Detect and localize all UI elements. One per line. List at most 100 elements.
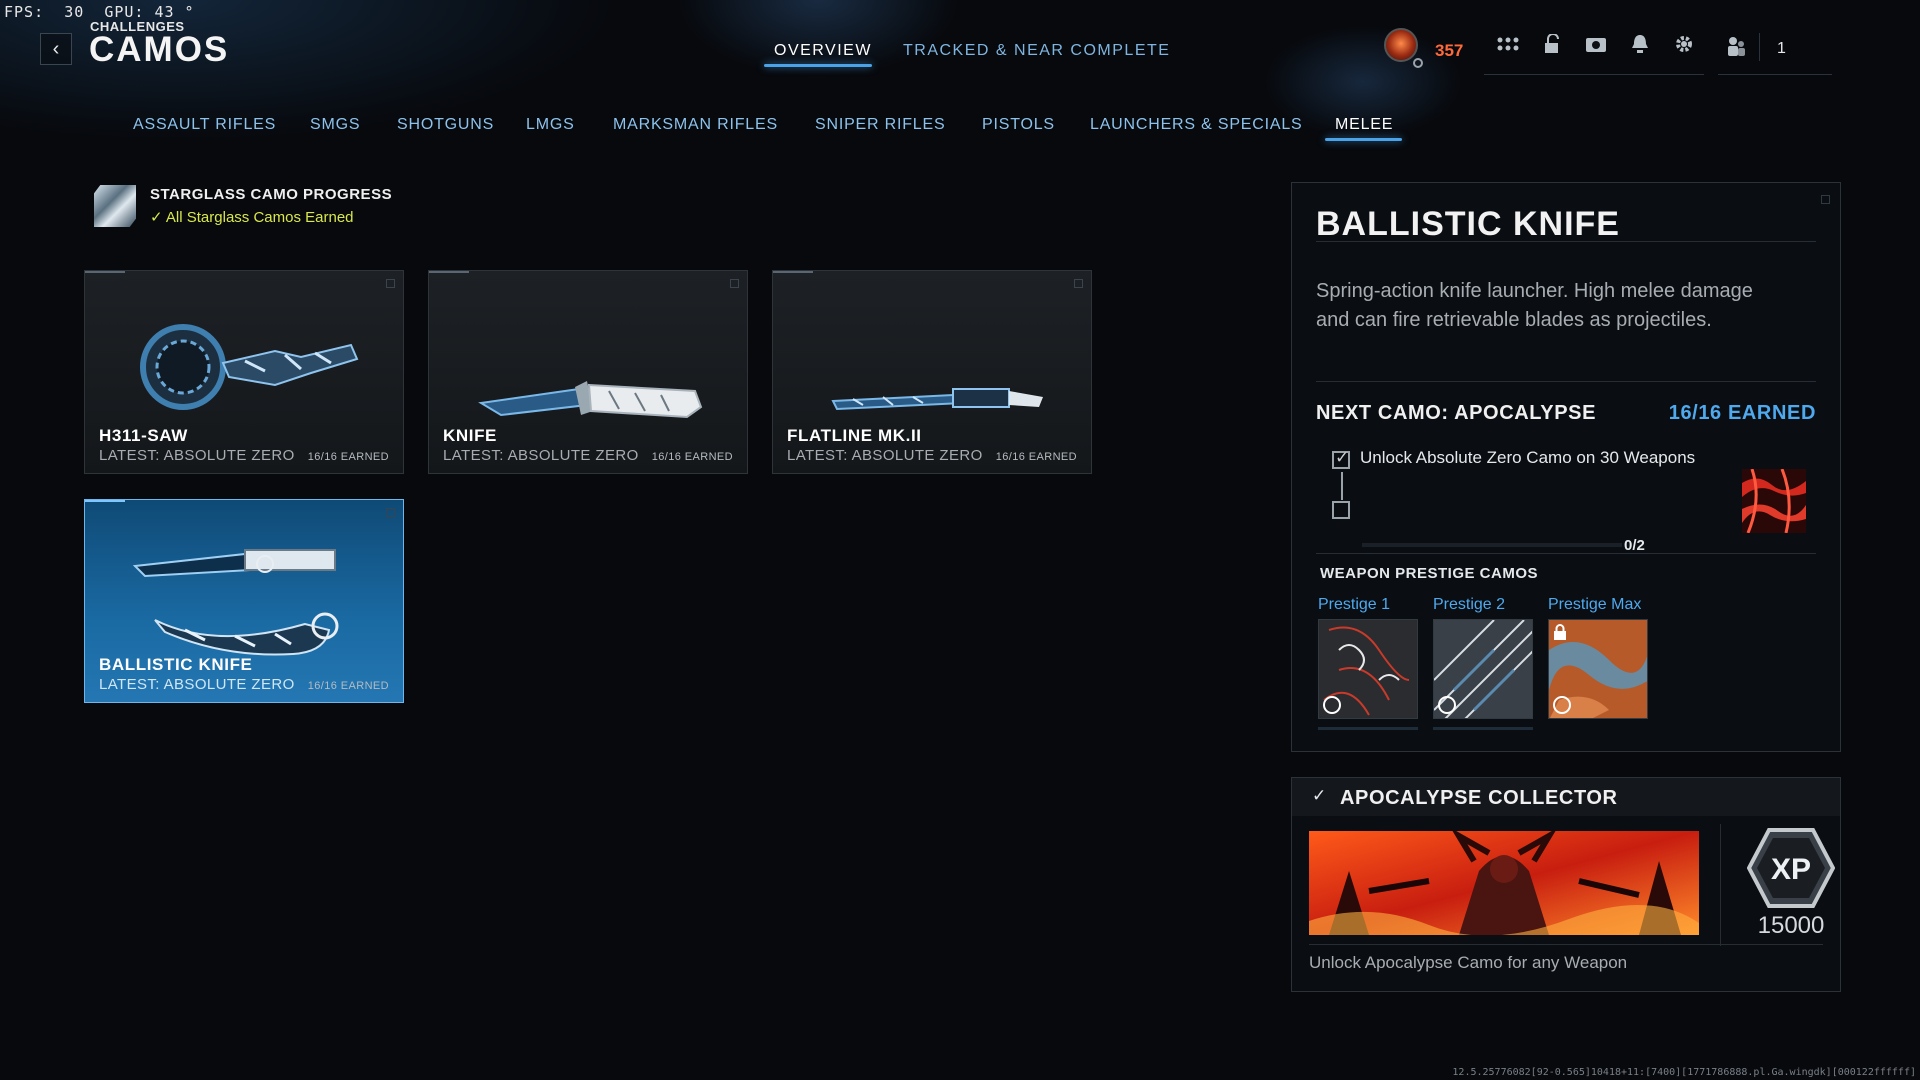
weapon-earned-count: 16/16 EARNED bbox=[307, 451, 389, 463]
starglass-camo-icon bbox=[94, 185, 136, 227]
weapon-card-knife[interactable]: KNIFE LATEST: ABSOLUTE ZERO 16/16 EARNED bbox=[428, 270, 748, 474]
card-accent bbox=[773, 271, 813, 273]
weapon-name: H311-SAW bbox=[99, 426, 188, 445]
tab-overview[interactable]: OVERVIEW bbox=[774, 42, 872, 60]
weapon-latest-camo: LATEST: ABSOLUTE ZERO bbox=[787, 447, 983, 464]
weapon-image bbox=[831, 388, 1043, 411]
hud-icons bbox=[1494, 30, 1698, 58]
weapon-name: KNIFE bbox=[443, 426, 497, 445]
check-icon: ✓ bbox=[150, 209, 166, 226]
tab-smgs[interactable]: SMGS bbox=[310, 116, 360, 134]
divider bbox=[1720, 824, 1721, 946]
card-accent bbox=[85, 271, 125, 273]
tab-pistols[interactable]: PISTOLS bbox=[982, 116, 1055, 134]
weapon-detail-panel: BALLISTIC KNIFE Spring-action knife laun… bbox=[1291, 182, 1841, 752]
hud-divider bbox=[1484, 74, 1704, 75]
tab-marksman-rifles[interactable]: MARKSMAN RIFLES bbox=[613, 116, 778, 134]
weapon-earned-count: 16/16 EARNED bbox=[307, 680, 389, 692]
party-underline bbox=[1718, 74, 1832, 75]
page-title: CAMOS bbox=[89, 30, 230, 69]
apps-grid-icon[interactable] bbox=[1494, 30, 1522, 58]
prestige-1-label: Prestige 1 bbox=[1318, 596, 1391, 613]
xp-value: 15000 bbox=[1757, 912, 1825, 939]
prestige-icon bbox=[1553, 696, 1571, 714]
panel-corner-icon bbox=[1821, 195, 1830, 204]
apocalypse-camo-thumbnail[interactable] bbox=[1742, 469, 1806, 533]
prestige-max-label: Prestige Max bbox=[1548, 596, 1642, 613]
weapon-card-h311-saw[interactable]: H311-SAW LATEST: ABSOLUTE ZERO 16/16 EAR… bbox=[84, 270, 404, 474]
tab-tracked[interactable]: TRACKED & NEAR COMPLETE bbox=[903, 42, 1170, 60]
divider bbox=[1309, 944, 1823, 945]
weapon-card-ballistic-knife[interactable]: BALLISTIC KNIFE LATEST: ABSOLUTE ZERO 16… bbox=[84, 499, 404, 703]
party-icon[interactable] bbox=[1726, 36, 1746, 63]
starglass-progress: STARGLASS CAMO PROGRESS ✓ All Starglass … bbox=[94, 185, 392, 227]
camera-icon[interactable] bbox=[1582, 30, 1610, 58]
requirement-text: Unlock Absolute Zero Camo on 30 Weapons bbox=[1360, 448, 1696, 467]
tab-sniper-rifles[interactable]: SNIPER RIFLES bbox=[815, 116, 945, 134]
weapon-image bbox=[478, 381, 703, 419]
weapon-latest-camo: LATEST: ABSOLUTE ZERO bbox=[99, 447, 295, 464]
party-divider bbox=[1759, 33, 1760, 61]
starglass-title: STARGLASS CAMO PROGRESS bbox=[150, 186, 393, 203]
player-rank-icon[interactable] bbox=[1384, 28, 1418, 62]
prestige-2-camo[interactable] bbox=[1433, 619, 1533, 719]
xp-badge-icon: XP bbox=[1747, 828, 1835, 908]
tab-shotguns[interactable]: SHOTGUNS bbox=[397, 116, 494, 134]
requirement-connector bbox=[1341, 472, 1343, 500]
weapon-earned-count: 16/16 EARNED bbox=[651, 451, 733, 463]
prestige-1-underline bbox=[1318, 727, 1418, 730]
gear-icon[interactable] bbox=[1670, 30, 1698, 58]
back-button[interactable]: ‹ bbox=[40, 33, 72, 65]
tab-launchers-specials[interactable]: LAUNCHERS & SPECIALS bbox=[1090, 116, 1303, 134]
svg-text:XP: XP bbox=[1771, 853, 1811, 886]
prestige-icon bbox=[1438, 696, 1456, 714]
card-corner-icon bbox=[386, 508, 395, 517]
bell-icon[interactable] bbox=[1626, 30, 1654, 58]
tab-melee[interactable]: MELEE bbox=[1335, 116, 1393, 134]
weapon-name: FLATLINE MK.II bbox=[787, 426, 922, 445]
next-camo-label: NEXT CAMO: APOCALYPSE bbox=[1316, 402, 1597, 424]
collector-panel: ✓ APOCALYPSE COLLECTOR XP 15000 Unlock A… bbox=[1291, 777, 1841, 992]
camos-screen: FPS: 30 GPU: 43 ° ‹ CHALLENGES CAMOS OVE… bbox=[0, 0, 1920, 1080]
prestige-1-camo[interactable] bbox=[1318, 619, 1418, 719]
collector-title: APOCALYPSE COLLECTOR bbox=[1340, 787, 1618, 809]
chevron-left-icon: ‹ bbox=[52, 37, 60, 60]
weapon-latest-camo: LATEST: ABSOLUTE ZERO bbox=[99, 676, 295, 693]
build-string: 12.5.25776082[92-0.565]10418+11:[7400][1… bbox=[1452, 1067, 1916, 1078]
requirement-progress: 0/2 bbox=[1624, 537, 1645, 554]
unlock-icon[interactable] bbox=[1538, 30, 1566, 58]
weapon-image bbox=[132, 549, 339, 656]
weapon-image bbox=[140, 324, 359, 410]
requirement-checkbox-empty bbox=[1332, 501, 1350, 519]
collector-description: Unlock Apocalypse Camo for any Weapon bbox=[1309, 953, 1628, 972]
weapon-earned-count: 16/16 EARNED bbox=[995, 451, 1077, 463]
prestige-2-underline bbox=[1433, 727, 1533, 730]
prestige-max-camo[interactable] bbox=[1548, 619, 1648, 719]
divider bbox=[1316, 241, 1816, 242]
tab-assault-rifles[interactable]: ASSAULT RIFLES bbox=[133, 116, 276, 134]
party-count: 1 bbox=[1777, 40, 1786, 57]
points-count: 357 bbox=[1435, 41, 1464, 60]
check-icon: ✓ bbox=[1312, 786, 1327, 805]
card-accent bbox=[85, 500, 125, 502]
detail-title: BALLISTIC KNIFE bbox=[1316, 205, 1620, 243]
weapon-latest-camo: LATEST: ABSOLUTE ZERO bbox=[443, 447, 639, 464]
divider bbox=[1316, 553, 1816, 554]
status-dot-icon bbox=[1413, 58, 1423, 68]
prestige-icon bbox=[1323, 696, 1341, 714]
divider bbox=[1316, 381, 1816, 382]
tab-lmgs[interactable]: LMGS bbox=[526, 116, 575, 134]
detail-description: Spring-action knife launcher. High melee… bbox=[1316, 280, 1753, 331]
next-camo-earned: 16/16 EARNED bbox=[1668, 402, 1816, 424]
card-accent bbox=[429, 271, 469, 273]
lock-icon bbox=[1553, 624, 1567, 645]
tab-underline bbox=[764, 64, 872, 67]
weapon-card-flatline-mk2[interactable]: FLATLINE MK.II LATEST: ABSOLUTE ZERO 16/… bbox=[772, 270, 1092, 474]
melee-underline bbox=[1325, 138, 1402, 141]
card-corner-icon bbox=[730, 279, 739, 288]
card-corner-icon bbox=[386, 279, 395, 288]
starglass-status: ✓ All Starglass Camos Earned bbox=[150, 209, 354, 226]
collector-artwork bbox=[1309, 831, 1699, 935]
card-corner-icon bbox=[1074, 279, 1083, 288]
requirement-checkbox bbox=[1332, 448, 1350, 469]
